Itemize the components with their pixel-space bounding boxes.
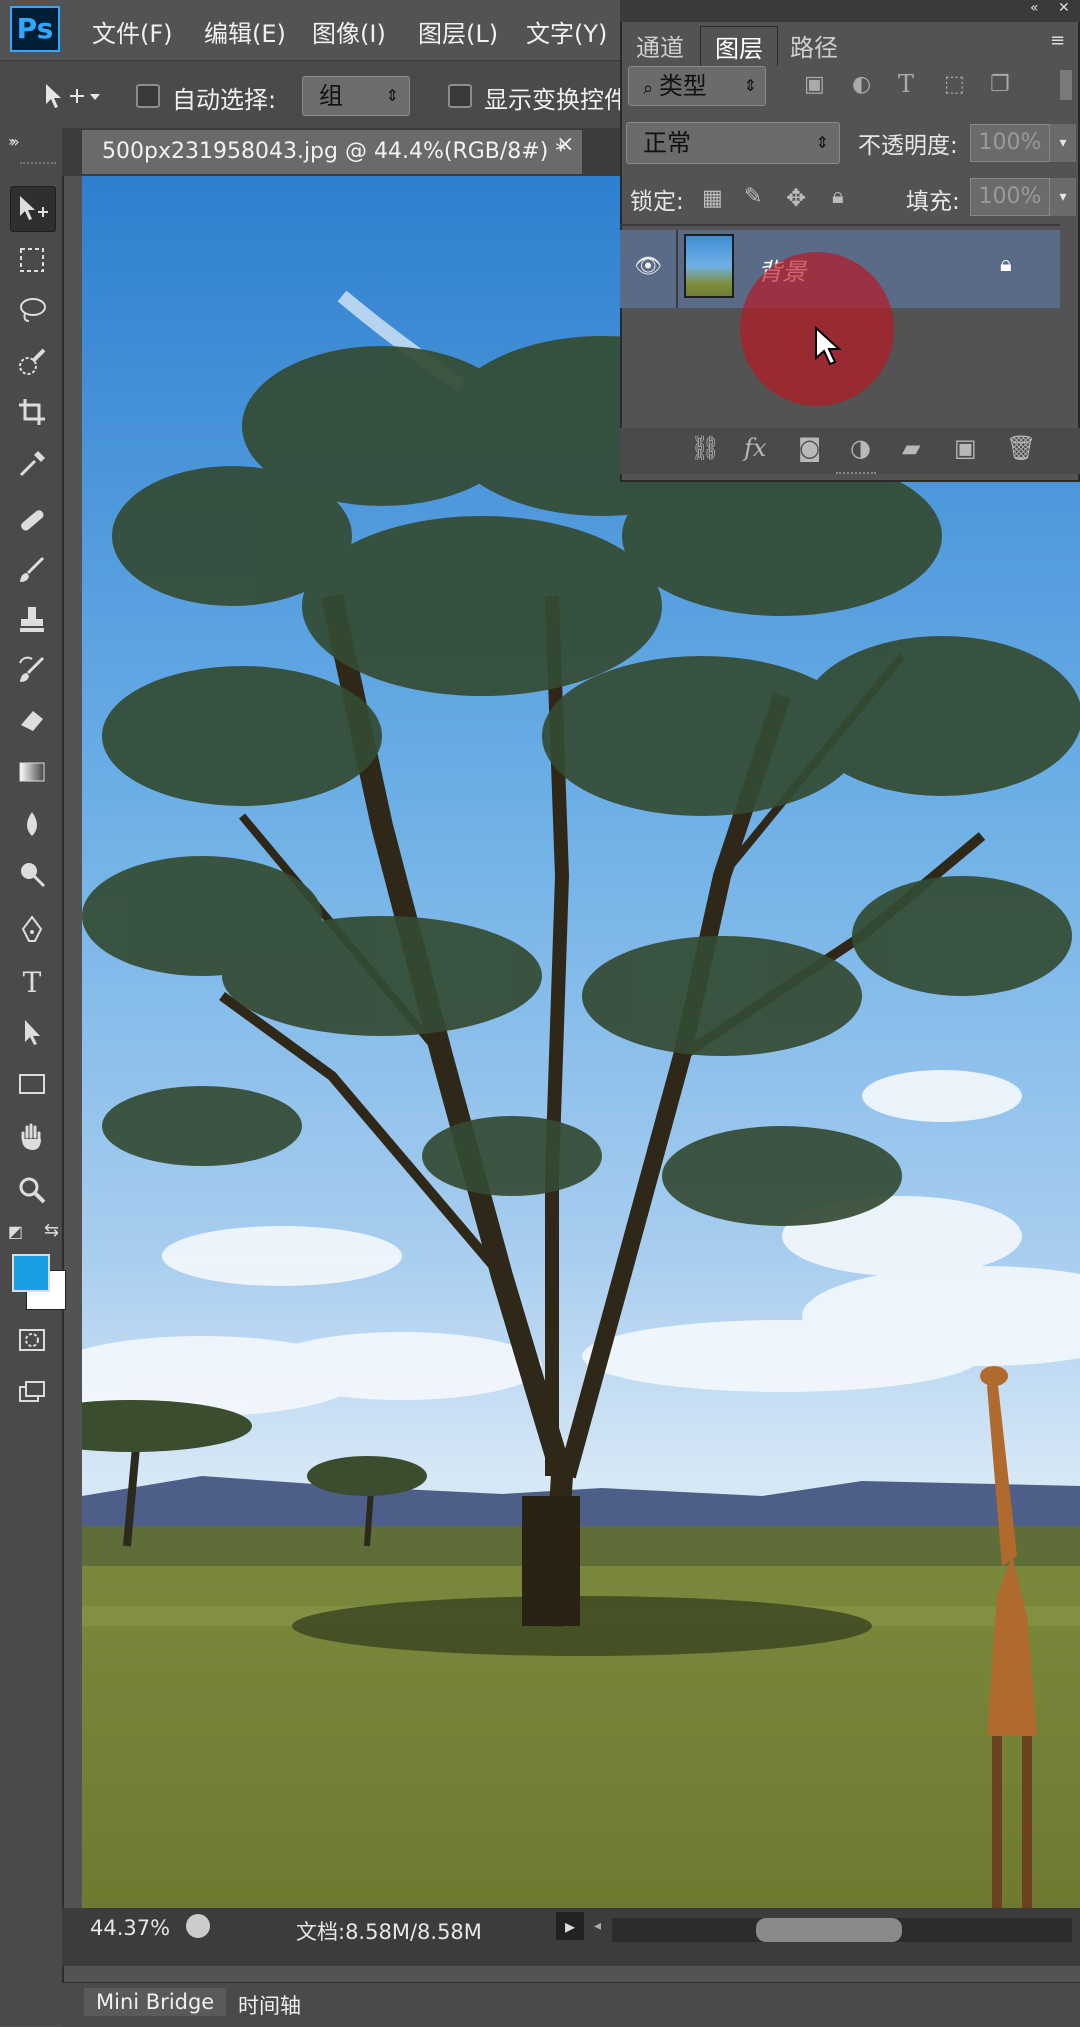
menu-type[interactable]: 文字(Y) — [526, 14, 607, 49]
fill-label: 填充: — [906, 189, 960, 215]
auto-select-value: 组 — [319, 82, 343, 110]
zoom-icon[interactable] — [10, 1168, 54, 1212]
lasso-icon[interactable] — [10, 288, 54, 332]
document-tab[interactable]: 500px231958043.jpg @ 44.4%(RGB/8#) * — [82, 130, 582, 174]
scroll-thumb[interactable] — [756, 1918, 902, 1942]
brush-icon[interactable] — [10, 548, 54, 592]
link-layers-icon[interactable]: ⛓︎ — [690, 434, 720, 462]
filter-type-icon[interactable]: T — [898, 70, 914, 98]
new-group-icon[interactable]: ▰ — [902, 434, 920, 462]
adjustment-layer-icon[interactable]: ◑ — [850, 434, 871, 462]
auto-select-checkbox[interactable] — [136, 84, 160, 108]
zoom-level[interactable]: 44.37% — [90, 1916, 170, 1940]
add-mask-icon[interactable]: ◙ — [798, 434, 821, 462]
filter-adjustment-icon[interactable]: ◐ — [852, 72, 871, 97]
fill-arrow-icon[interactable]: ▾ — [1050, 178, 1076, 216]
auto-select-dropdown[interactable]: 组 ⇕ — [302, 76, 410, 116]
dodge-icon[interactable] — [10, 852, 54, 896]
swap-colors-icon[interactable]: ⇆ — [44, 1220, 59, 1241]
layer-style-icon[interactable]: fx — [744, 434, 766, 462]
layer-thumbnail[interactable] — [684, 234, 734, 298]
lock-all-icon[interactable]: 🔒︎ — [832, 184, 844, 209]
screen-mode-icon[interactable] — [10, 1370, 54, 1414]
stepper-icon: ⇕ — [385, 86, 399, 105]
close-document-icon[interactable]: × — [556, 132, 574, 157]
pen-icon[interactable] — [10, 908, 54, 952]
quick-mask-icon[interactable] — [10, 1318, 54, 1362]
auto-select-label: 自动选择: — [172, 86, 277, 114]
kind-filter-value: 类型 — [658, 72, 707, 100]
blur-icon[interactable] — [10, 802, 54, 846]
crop-icon[interactable] — [10, 390, 54, 434]
move-icon[interactable] — [10, 186, 56, 232]
doc-info: 文档:8.58M/8.58M — [296, 1920, 482, 1944]
divider — [676, 230, 678, 308]
history-brush-icon[interactable] — [10, 648, 54, 692]
tools-grip — [20, 162, 56, 168]
blend-mode-dropdown[interactable]: 正常 ⇕ — [626, 122, 840, 164]
collapse-panel-icon[interactable]: « — [1030, 0, 1039, 16]
opacity-label: 不透明度: — [858, 133, 958, 159]
quick-select-icon[interactable] — [10, 340, 54, 384]
show-transform-label: 显示变换控件 — [484, 86, 620, 114]
blend-mode-value: 正常 — [643, 129, 691, 157]
show-transform-checkbox[interactable] — [448, 84, 472, 108]
panel-header — [620, 0, 1080, 22]
path-select-icon[interactable] — [10, 1010, 54, 1054]
gradient-icon[interactable] — [10, 750, 54, 794]
opacity-arrow-icon[interactable]: ▾ — [1050, 124, 1076, 162]
lock-transparent-icon[interactable]: ▦ — [702, 186, 723, 211]
doc-info-icon[interactable] — [186, 1914, 210, 1938]
fill-input[interactable]: 100% — [970, 178, 1050, 216]
visibility-eye-icon[interactable]: 👁︎ — [634, 254, 662, 279]
menu-image[interactable]: 图像(I) — [312, 14, 386, 49]
status-menu-arrow-icon[interactable]: ▸ — [556, 1912, 584, 1940]
layer-lock-icon: 🔒︎ — [1000, 252, 1012, 277]
panel-resize-grip[interactable] — [836, 472, 876, 478]
tab-timeline[interactable]: 时间轴 — [226, 1988, 313, 2022]
menu-edit[interactable]: 编辑(E) — [204, 14, 286, 49]
app-logo: Ps — [10, 6, 60, 52]
menu-file[interactable]: 文件(F) — [92, 14, 173, 49]
foreground-color-swatch[interactable] — [12, 1254, 50, 1292]
healing-icon[interactable] — [10, 498, 54, 542]
search-icon: ⌕ — [643, 78, 659, 99]
lock-position-icon[interactable]: ✥ — [786, 184, 806, 212]
mouse-cursor-icon — [815, 326, 842, 366]
tab-layers[interactable]: 图层 — [700, 26, 778, 66]
stepper-icon: ⇕ — [815, 133, 829, 152]
lock-pixels-icon[interactable]: ✎ — [744, 184, 762, 209]
tab-paths[interactable]: 路径 — [776, 26, 852, 65]
delete-layer-icon[interactable]: 🗑︎ — [1006, 434, 1036, 462]
menu-layer[interactable]: 图层(L) — [418, 14, 498, 49]
hand-icon[interactable] — [10, 1116, 54, 1160]
move-tool-preset-icon[interactable] — [40, 78, 100, 114]
panel-menu-icon[interactable]: ≡ — [1050, 30, 1065, 51]
expand-icon[interactable]: » — [10, 132, 20, 151]
filter-shape-icon[interactable]: ⬚ — [944, 72, 965, 97]
stepper-icon: ⇕ — [743, 76, 757, 95]
divider — [620, 224, 1060, 226]
eyedropper-icon[interactable] — [10, 442, 54, 486]
scroll-left-icon[interactable]: ◂ — [594, 1918, 601, 1934]
marquee-icon[interactable] — [10, 238, 54, 282]
new-layer-icon[interactable]: ▣ — [954, 434, 977, 462]
layer-kind-filter[interactable]: ⌕ 类型 ⇕ — [628, 66, 766, 106]
filter-smart-object-icon[interactable]: ❐ — [990, 72, 1010, 97]
eraser-icon[interactable] — [10, 698, 54, 742]
tab-channels[interactable]: 通道 — [622, 26, 698, 65]
close-panel-icon[interactable]: ✕ — [1058, 0, 1070, 16]
tab-mini-bridge[interactable]: Mini Bridge — [84, 1988, 227, 2016]
filter-toggle[interactable] — [1060, 70, 1072, 100]
default-colors-icon[interactable]: ◩ — [8, 1222, 23, 1241]
lock-label: 锁定: — [630, 189, 684, 215]
stamp-icon[interactable] — [10, 598, 54, 642]
shape-icon[interactable] — [10, 1062, 54, 1106]
filter-pixel-icon[interactable]: ▣ — [804, 72, 825, 97]
type-icon[interactable]: T — [10, 960, 54, 1004]
opacity-input[interactable]: 100% — [970, 124, 1050, 162]
